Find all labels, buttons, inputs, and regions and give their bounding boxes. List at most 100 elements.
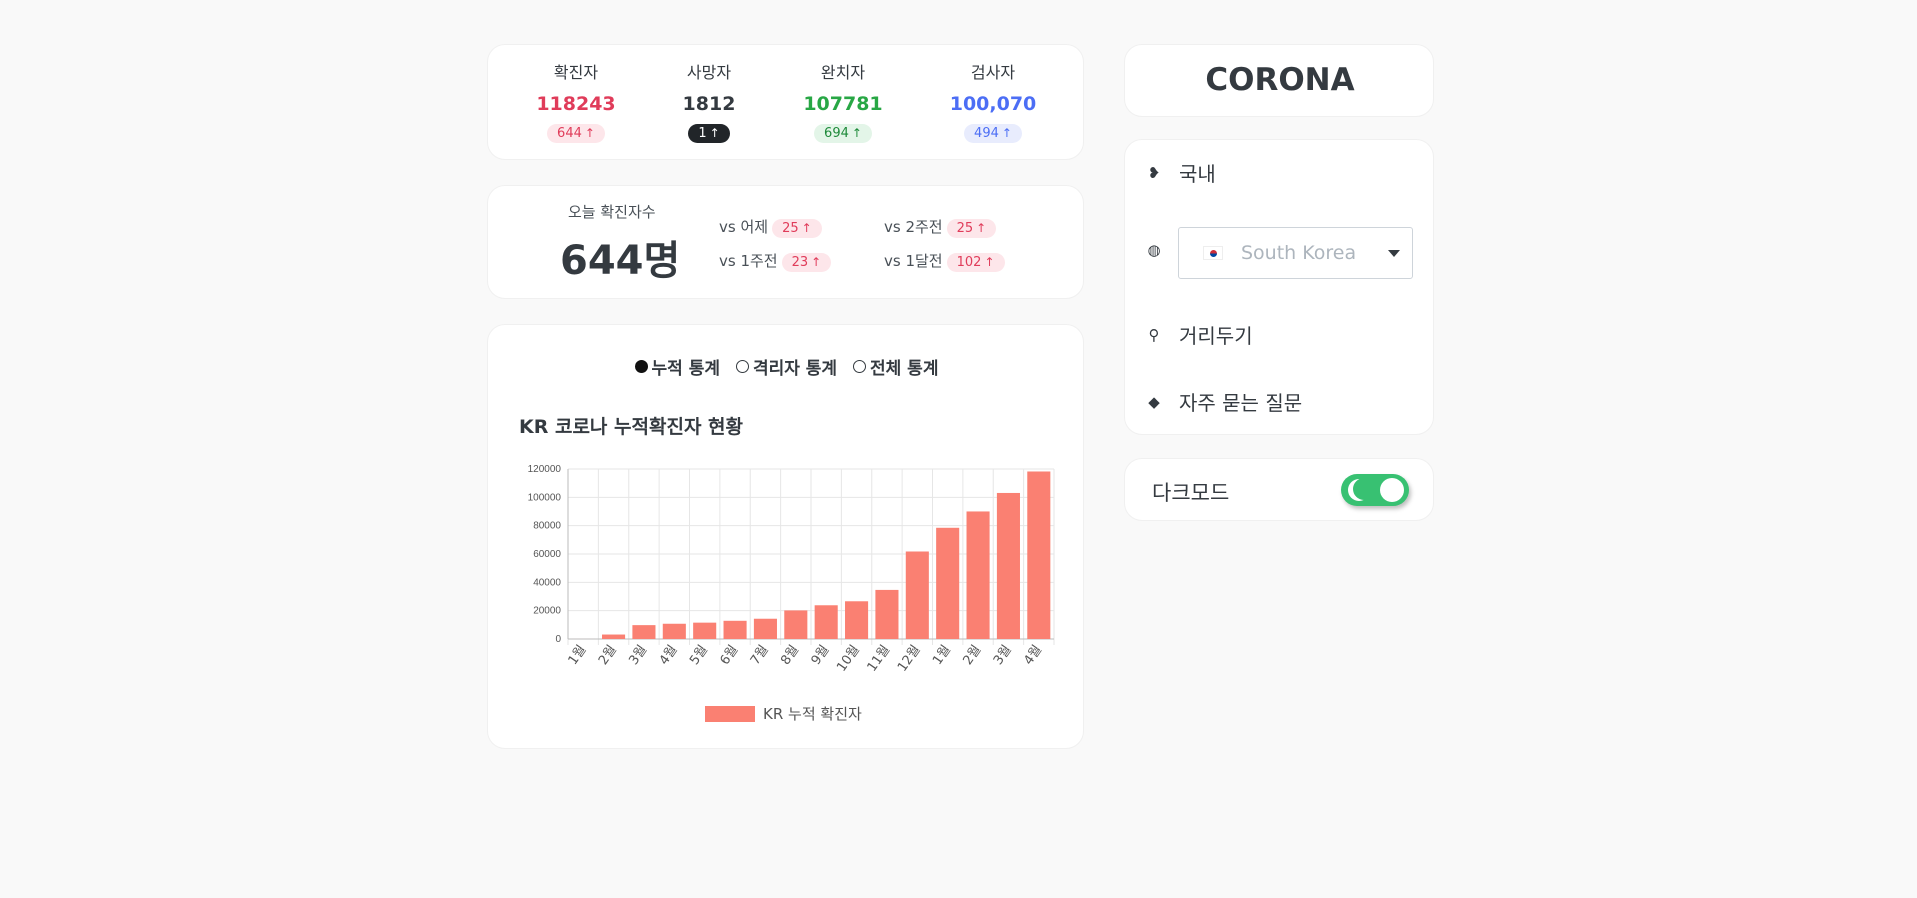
menu-item-label: 자주 묻는 질문 (1179, 391, 1303, 415)
menu-item-label: 거리두기 (1179, 324, 1253, 348)
korea-map-icon: ❥ (1147, 163, 1161, 182)
compare-delta: 102 (956, 255, 982, 270)
country-select-value: South Korea (1241, 242, 1357, 264)
x-tick-label: 8월 (778, 643, 802, 668)
stat-value: 118243 (536, 93, 616, 115)
x-tick-label: 9월 (809, 643, 833, 668)
stat-label: 사망자 (686, 63, 732, 82)
stat-delta-badge: 1 ↑ (688, 124, 730, 143)
compare-badge: 102 ↑ (946, 253, 1005, 272)
bar (905, 551, 929, 639)
compare-yesterday: vs 어제 25 ↑ (719, 216, 822, 238)
x-tick-label: 1월 (566, 643, 590, 668)
arrow-up-icon: ↑ (851, 126, 862, 140)
stat-label: 검사자 (970, 63, 1016, 82)
moon-icon (1348, 479, 1370, 501)
x-tick-label: 1월 (930, 643, 954, 668)
menu-item-distancing[interactable]: ⚲ 거리두기 (1145, 320, 1253, 349)
compare-label: vs 어제 (719, 218, 769, 236)
today-cases-card: 오늘 확진자수 644명 vs 어제 25 ↑ vs 2주전 25 ↑ vs 1주전 23… (487, 185, 1084, 299)
stat-delta: 644 (557, 126, 582, 141)
compare-1week: vs 1주전 23 ↑ (719, 250, 832, 272)
bar (753, 618, 777, 639)
compare-1month: vs 1달전 102 ↑ (884, 250, 1005, 272)
compare-delta: 23 (791, 255, 809, 270)
brand-card: CORONA (1124, 44, 1434, 117)
x-tick-label: 2월 (596, 643, 620, 668)
arrow-up-icon: ↑ (584, 126, 595, 140)
x-tick-label: 6월 (717, 643, 741, 668)
dark-mode-label: 다크모드 (1152, 481, 1230, 505)
stat-recovered: 완치자 107781 694 ↑ (783, 59, 903, 143)
y-tick-label: 20000 (533, 606, 561, 617)
question-icon: ◆ (1148, 392, 1160, 411)
stat-delta: 494 (974, 126, 999, 141)
stat-value: 1812 (682, 93, 736, 115)
bar (814, 605, 838, 639)
compare-badge: 25 ↑ (946, 219, 997, 238)
bar (845, 601, 869, 639)
x-tick-label: 11월 (865, 643, 894, 675)
compare-badge: 25 ↑ (772, 219, 822, 238)
nav-menu-card: ❥ 국내 ◍ South Korea ⚲ 거리두기 ◆ 자주 묻는 질문 (1124, 139, 1434, 435)
y-tick-label: 40000 (533, 577, 561, 588)
bar-chart: 0200004000060000800001000001200001월 2월 3월 4… (528, 464, 1055, 723)
bar (693, 622, 717, 639)
bar (602, 634, 626, 639)
stat-delta: 694 (824, 126, 849, 141)
arrow-up-icon: ↑ (709, 126, 720, 140)
compare-delta: 25 (782, 221, 799, 236)
x-tick-label: 3월 (991, 643, 1015, 668)
chevron-down-icon[interactable] (1388, 250, 1400, 257)
arrow-up-icon: ↑ (984, 255, 995, 269)
bar (936, 527, 960, 639)
bar (996, 492, 1020, 639)
y-tick-label: 0 (555, 634, 561, 645)
arrow-up-icon: ↑ (811, 255, 822, 269)
stat-tested: 검사자 100,070 494 ↑ (933, 59, 1053, 143)
stat-confirmed: 확진자 118243 644 ↑ (516, 59, 636, 143)
today-value: 644명 (560, 238, 681, 284)
x-tick-label: 5월 (687, 643, 711, 668)
compare-delta: 25 (956, 221, 974, 236)
menu-item-domestic[interactable]: ❥ 국내 (1145, 158, 1216, 187)
stat-deaths: 사망자 1812 1 ↑ (649, 59, 769, 143)
y-tick-label: 100000 (528, 492, 562, 503)
stat-label: 확진자 (553, 63, 599, 82)
x-tick-label: 3월 (626, 643, 650, 668)
compare-2weeks: vs 2주전 25 ↑ (884, 216, 997, 238)
bar (723, 620, 747, 639)
x-tick-label: 7월 (748, 643, 772, 668)
chart-card: 누적 통계 격리자 통계 전체 통계 KR 코로나 누적확진자 현황 0 2000… (487, 324, 1084, 749)
dark-mode-toggle[interactable] (1341, 474, 1409, 506)
bar (632, 625, 656, 639)
compare-badge: 23 ↑ (781, 253, 832, 272)
brand-logo-text[interactable]: CORONA (1125, 62, 1435, 98)
x-tick-label: 4월 (657, 643, 681, 668)
stat-delta-badge: 494 ↑ (964, 124, 1022, 143)
stat-value: 107781 (803, 93, 883, 115)
menu-item-faq[interactable]: ◆ 자주 묻는 질문 (1145, 387, 1302, 416)
stat-value: 100,070 (949, 93, 1037, 115)
today-label: 오늘 확진자수 (568, 203, 656, 221)
y-tick-label: 60000 (533, 549, 561, 560)
bar (1027, 471, 1051, 639)
country-select[interactable]: South Korea (1178, 227, 1413, 279)
y-tick-label: 80000 (533, 521, 561, 532)
stat-delta-badge: 644 ↑ (547, 124, 605, 143)
compare-label: vs 1주전 (719, 252, 778, 270)
menu-item-country: ◍ (1145, 241, 1179, 259)
route-icon: ⚲ (1148, 325, 1160, 344)
stat-delta-badge: 694 ↑ (814, 124, 872, 143)
toggle-knob[interactable] (1380, 478, 1404, 502)
stat-label: 완치자 (820, 63, 866, 82)
bar (966, 511, 990, 639)
arrow-up-icon: ↑ (1001, 126, 1012, 140)
dark-mode-card: 다크모드 (1124, 458, 1434, 521)
legend-swatch (705, 706, 755, 722)
globe-icon: ◍ (1147, 241, 1161, 259)
y-tick-label: 120000 (528, 464, 562, 475)
summary-stats-card: 확진자 118243 644 ↑ 사망자 1812 1 ↑ 완치자 107781 6… (487, 44, 1084, 160)
bar (784, 610, 808, 639)
stat-delta: 1 (698, 126, 707, 141)
